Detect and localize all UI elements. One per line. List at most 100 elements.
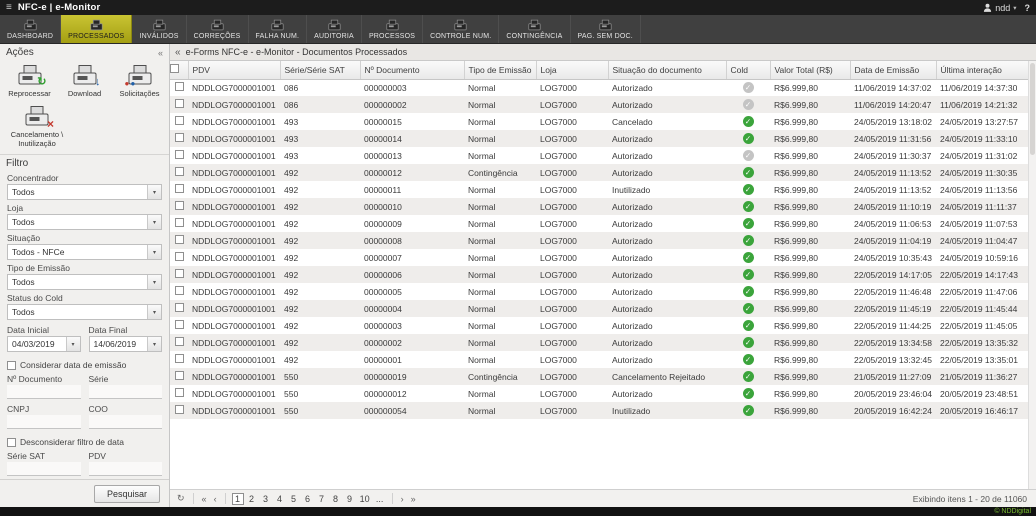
collapse-actions-icon[interactable]: « xyxy=(158,48,163,58)
page-button-8[interactable]: 8 xyxy=(330,494,342,504)
row-checkbox[interactable] xyxy=(175,99,184,108)
table-row[interactable]: NDDLOG7000001001 550 000000019 Contingên… xyxy=(170,368,1028,385)
page-button-1[interactable]: 1 xyxy=(232,493,244,505)
table-row[interactable]: NDDLOG7000001001 492 00000004 Normal LOG… xyxy=(170,300,1028,317)
scrollbar-thumb[interactable] xyxy=(1030,63,1035,155)
row-checkbox[interactable] xyxy=(175,184,184,193)
ribbon-tab-controle-num[interactable]: CONTROLE NUM. xyxy=(423,15,499,43)
col-header-tipo-emissao[interactable]: Tipo de Emissão xyxy=(464,61,536,79)
row-checkbox[interactable] xyxy=(175,286,184,295)
table-row[interactable]: NDDLOG7000001001 550 000000054 Normal LO… xyxy=(170,402,1028,419)
row-checkbox[interactable] xyxy=(175,235,184,244)
cancel-invalidate-button[interactable]: × Cancelamento \ Inutilização xyxy=(4,103,70,150)
page-button-9[interactable]: 9 xyxy=(344,494,356,504)
next-page-icon[interactable]: › xyxy=(399,494,406,504)
col-header-data-emissao[interactable]: Data de Emissão xyxy=(850,61,936,79)
row-checkbox[interactable] xyxy=(175,354,184,363)
table-row[interactable]: NDDLOG7000001001 492 00000010 Normal LOG… xyxy=(170,198,1028,215)
coo-input[interactable] xyxy=(89,415,163,429)
table-row[interactable]: NDDLOG7000001001 493 00000014 Normal LOG… xyxy=(170,130,1028,147)
page-button-7[interactable]: 7 xyxy=(316,494,328,504)
row-checkbox[interactable] xyxy=(175,82,184,91)
last-page-icon[interactable]: » xyxy=(409,494,418,504)
user-menu[interactable]: ndd ▾ xyxy=(983,3,1016,13)
row-checkbox[interactable] xyxy=(175,388,184,397)
data-inicial-select[interactable]: 04/03/2019 ▾ xyxy=(7,336,81,352)
table-row[interactable]: NDDLOG7000001001 492 00000011 Normal LOG… xyxy=(170,181,1028,198)
collapse-sidebar-icon[interactable]: « xyxy=(175,47,181,58)
filter-select-concentrador[interactable]: Todos ▾ xyxy=(7,184,162,200)
row-checkbox[interactable] xyxy=(175,269,184,278)
chevron-down-icon[interactable]: ▾ xyxy=(147,215,161,229)
row-checkbox[interactable] xyxy=(175,252,184,261)
filter-select-status-do-cold[interactable]: Todos ▾ xyxy=(7,304,162,320)
table-row[interactable]: NDDLOG7000001001 493 00000013 Normal LOG… xyxy=(170,147,1028,164)
col-header-loja[interactable]: Loja xyxy=(536,61,608,79)
data-final-select[interactable]: 14/06/2019 ▾ xyxy=(89,336,163,352)
row-checkbox[interactable] xyxy=(175,337,184,346)
table-row[interactable]: NDDLOG7000001001 550 000000012 Normal LO… xyxy=(170,385,1028,402)
search-button[interactable]: Pesquisar xyxy=(94,485,160,503)
page-button-4[interactable]: 4 xyxy=(274,494,286,504)
refresh-icon[interactable]: ↻ xyxy=(175,493,187,504)
chevron-down-icon[interactable]: ▾ xyxy=(147,275,161,289)
row-checkbox[interactable] xyxy=(175,201,184,210)
vertical-scrollbar[interactable] xyxy=(1028,61,1036,489)
col-header-pdv[interactable]: PDV xyxy=(188,61,280,79)
table-row[interactable]: NDDLOG7000001001 492 00000005 Normal LOG… xyxy=(170,283,1028,300)
ribbon-tab-pag-sem-doc[interactable]: PAG. SEM DOC. xyxy=(571,15,641,43)
chevron-down-icon[interactable]: ▾ xyxy=(66,337,80,351)
requests-button[interactable]: ● ● Solicitações xyxy=(112,62,167,100)
select-all-checkbox[interactable] xyxy=(170,64,179,73)
col-header-ultima-interacao[interactable]: Última interação xyxy=(936,61,1028,79)
num-documento-input[interactable] xyxy=(7,385,81,399)
considerar-data-checkbox[interactable] xyxy=(7,361,16,370)
table-row[interactable]: NDDLOG7000001001 492 00000001 Normal LOG… xyxy=(170,351,1028,368)
serie-input[interactable] xyxy=(89,385,163,399)
table-row[interactable]: NDDLOG7000001001 086 000000003 Normal LO… xyxy=(170,79,1028,96)
page-button-3[interactable]: 3 xyxy=(260,494,272,504)
col-header-serie[interactable]: Série/Série SAT xyxy=(280,61,360,79)
table-row[interactable]: NDDLOG7000001001 492 00000003 Normal LOG… xyxy=(170,317,1028,334)
chevron-down-icon[interactable]: ▾ xyxy=(147,245,161,259)
table-row[interactable]: NDDLOG7000001001 492 00000009 Normal LOG… xyxy=(170,215,1028,232)
pdv-input[interactable] xyxy=(89,462,163,476)
page-button-10[interactable]: 10 xyxy=(358,494,372,504)
row-checkbox[interactable] xyxy=(175,405,184,414)
filter-select-tipo-de-emissao[interactable]: Todos ▾ xyxy=(7,274,162,290)
ribbon-tab-processos[interactable]: PROCESSOS xyxy=(362,15,423,43)
help-icon[interactable]: ? xyxy=(1025,3,1031,13)
table-row[interactable]: NDDLOG7000001001 492 00000008 Normal LOG… xyxy=(170,232,1028,249)
row-checkbox[interactable] xyxy=(175,371,184,380)
row-checkbox[interactable] xyxy=(175,218,184,227)
ribbon-tab-falha-num[interactable]: FALHA NUM. xyxy=(249,15,308,43)
reprocess-button[interactable]: ↻ Reprocessar xyxy=(2,62,57,100)
first-page-icon[interactable]: « xyxy=(200,494,209,504)
table-row[interactable]: NDDLOG7000001001 493 00000015 Normal LOG… xyxy=(170,113,1028,130)
serie-sat-input[interactable] xyxy=(7,462,81,476)
chevron-down-icon[interactable]: ▾ xyxy=(147,185,161,199)
col-header-cold[interactable]: Cold xyxy=(726,61,770,79)
page-button-6[interactable]: 6 xyxy=(302,494,314,504)
desconsiderar-filtro-checkbox[interactable] xyxy=(7,438,16,447)
prev-page-icon[interactable]: ‹ xyxy=(212,494,219,504)
page-button-5[interactable]: 5 xyxy=(288,494,300,504)
ribbon-tab-processados[interactable]: PROCESSADOS xyxy=(61,15,132,43)
row-checkbox[interactable] xyxy=(175,303,184,312)
ribbon-tab-auditoria[interactable]: AUDITORIA xyxy=(307,15,362,43)
table-row[interactable]: NDDLOG7000001001 492 00000007 Normal LOG… xyxy=(170,249,1028,266)
row-checkbox[interactable] xyxy=(175,150,184,159)
ribbon-tab-dashboard[interactable]: DASHBOARD xyxy=(0,15,61,43)
col-header-situacao[interactable]: Situação do documento xyxy=(608,61,726,79)
page-button-2[interactable]: 2 xyxy=(246,494,258,504)
table-row[interactable]: NDDLOG7000001001 492 00000012 Contingênc… xyxy=(170,164,1028,181)
cnpj-input[interactable] xyxy=(7,415,81,429)
row-checkbox[interactable] xyxy=(175,167,184,176)
col-header-numero[interactable]: Nº Documento xyxy=(360,61,464,79)
table-row[interactable]: NDDLOG7000001001 492 00000002 Normal LOG… xyxy=(170,334,1028,351)
row-checkbox[interactable] xyxy=(175,116,184,125)
ribbon-tab-correcoes[interactable]: CORREÇÕES xyxy=(187,15,249,43)
filter-select-situacao[interactable]: Todos - NFCe ▾ xyxy=(7,244,162,260)
col-header-valor[interactable]: Valor Total (R$) xyxy=(770,61,850,79)
chevron-down-icon[interactable]: ▾ xyxy=(147,337,161,351)
